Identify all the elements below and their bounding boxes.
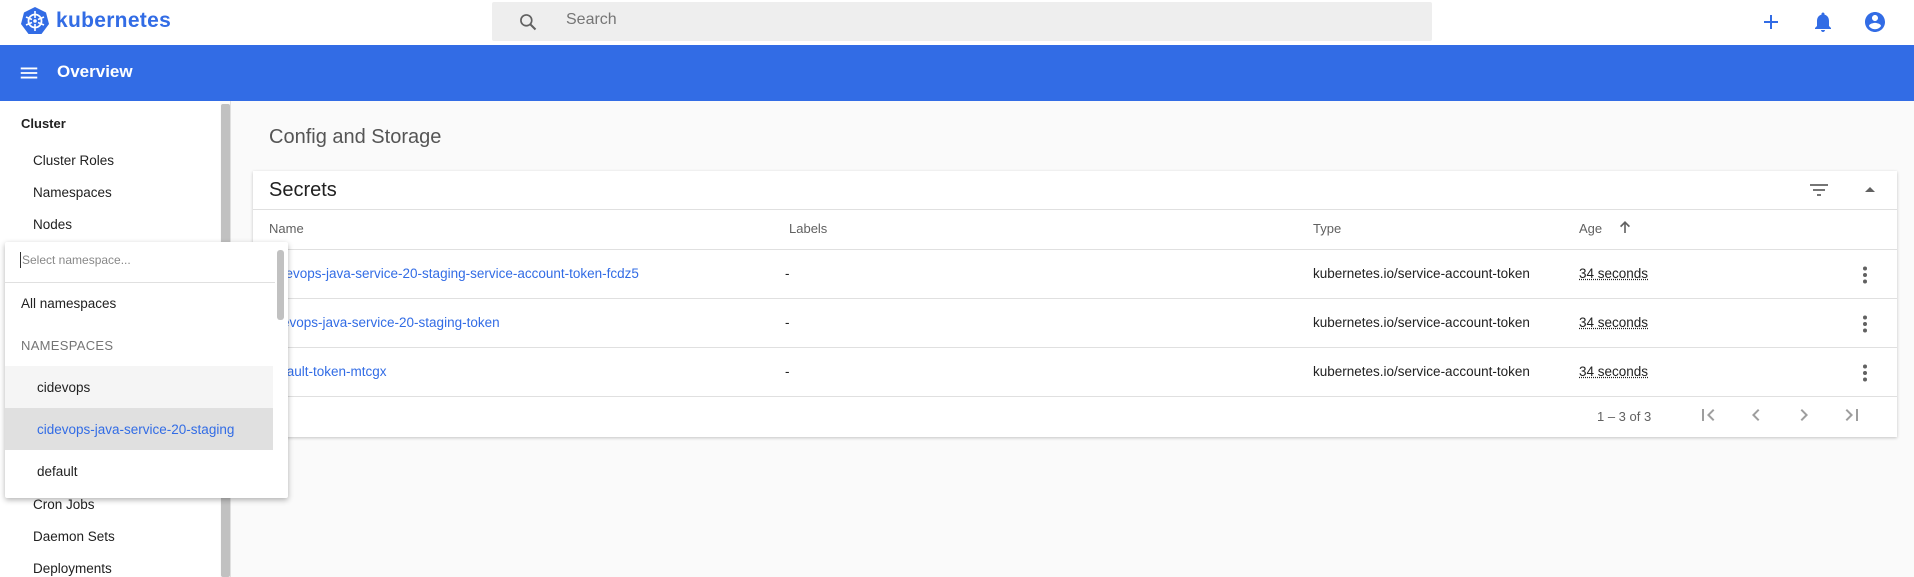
dropdown-scrollbar[interactable] (277, 250, 284, 320)
namespace-dropdown: All namespaces NAMESPACES cidevops cidev… (5, 242, 288, 498)
last-page-icon[interactable] (1840, 403, 1864, 427)
divider (253, 347, 1897, 348)
namespace-option-selected[interactable]: cidevops-java-service-20-staging (5, 408, 273, 450)
search-bar (492, 2, 1432, 41)
filter-icon[interactable] (1807, 178, 1831, 202)
more-vert-icon[interactable] (1853, 312, 1877, 336)
next-page-icon[interactable] (1792, 403, 1816, 427)
section-title: Config and Storage (269, 126, 442, 148)
column-header-type[interactable]: Type (1313, 221, 1341, 236)
more-vert-icon[interactable] (1853, 263, 1877, 287)
prev-page-icon[interactable] (1744, 403, 1768, 427)
search-icon (520, 14, 537, 31)
sidebar-item-namespaces[interactable]: Namespaces (33, 185, 112, 200)
secret-type: kubernetes.io/service-account-token (1313, 315, 1530, 330)
first-page-icon[interactable] (1696, 403, 1720, 427)
sidebar-item-cron-jobs[interactable]: Cron Jobs (33, 497, 95, 512)
secret-type: kubernetes.io/service-account-token (1313, 266, 1530, 281)
namespace-option-label: cidevops (37, 379, 91, 395)
secret-type: kubernetes.io/service-account-token (1313, 364, 1530, 379)
pagination-range: 1 – 3 of 3 (1597, 409, 1652, 424)
top-bar: kubernetes (0, 0, 1914, 45)
sidebar-item-daemon-sets[interactable]: Daemon Sets (33, 529, 115, 544)
secret-age: 34 seconds (1579, 266, 1649, 281)
column-header-age[interactable]: Age (1579, 221, 1602, 236)
column-header-name[interactable]: Name (269, 221, 304, 236)
secret-labels: - (785, 266, 790, 281)
secret-labels: - (785, 364, 790, 379)
column-header-labels: Labels (789, 221, 828, 236)
page-toolbar: Overview (0, 45, 1914, 101)
page-title: Overview (57, 62, 133, 81)
secrets-card: Secrets Name Labels Type Age idevops-jav… (253, 171, 1897, 437)
namespace-option-label: default (37, 463, 78, 479)
divider (253, 209, 1897, 210)
secret-name-link[interactable]: fault-token-mtcgx (283, 364, 387, 379)
namespace-option[interactable]: cidevops (5, 366, 273, 408)
divider (253, 396, 1897, 397)
secret-labels: - (785, 315, 790, 330)
sidebar-item-cluster-roles[interactable]: Cluster Roles (33, 153, 114, 168)
sidebar-item-nodes[interactable]: Nodes (33, 217, 72, 232)
search-input[interactable] (566, 11, 1166, 29)
namespace-option[interactable]: default (5, 450, 273, 492)
namespace-group-label: NAMESPACES (21, 338, 114, 353)
divider (253, 298, 1897, 299)
namespace-option-all[interactable]: All namespaces (5, 282, 273, 324)
namespace-filter-input[interactable] (20, 252, 270, 268)
add-icon[interactable] (1759, 10, 1783, 34)
brand-name: kubernetes (56, 9, 172, 32)
collapse-icon[interactable] (1858, 178, 1882, 202)
sidebar-heading-cluster[interactable]: Cluster (21, 116, 66, 131)
brand[interactable]: kubernetes (20, 6, 171, 36)
namespace-option-label: cidevops-java-service-20-staging (37, 421, 235, 437)
account-icon[interactable] (1863, 10, 1887, 34)
sidebar-item-deployments[interactable]: Deployments (33, 561, 112, 576)
divider (253, 249, 1897, 250)
secret-name-link[interactable]: idevops-java-service-20-staging-service-… (275, 266, 639, 281)
namespace-option-label: All namespaces (21, 295, 117, 311)
secret-age: 34 seconds (1579, 315, 1649, 330)
secret-age: 34 seconds (1579, 364, 1649, 379)
notifications-icon[interactable] (1811, 10, 1835, 34)
menu-icon[interactable] (18, 62, 40, 84)
secret-name-link[interactable]: ievops-java-service-20-staging-token (279, 315, 500, 330)
sort-arrow-up-icon[interactable] (1618, 219, 1632, 235)
card-title: Secrets (269, 179, 337, 201)
more-vert-icon[interactable] (1853, 361, 1877, 385)
kubernetes-logo-icon (21, 7, 49, 34)
